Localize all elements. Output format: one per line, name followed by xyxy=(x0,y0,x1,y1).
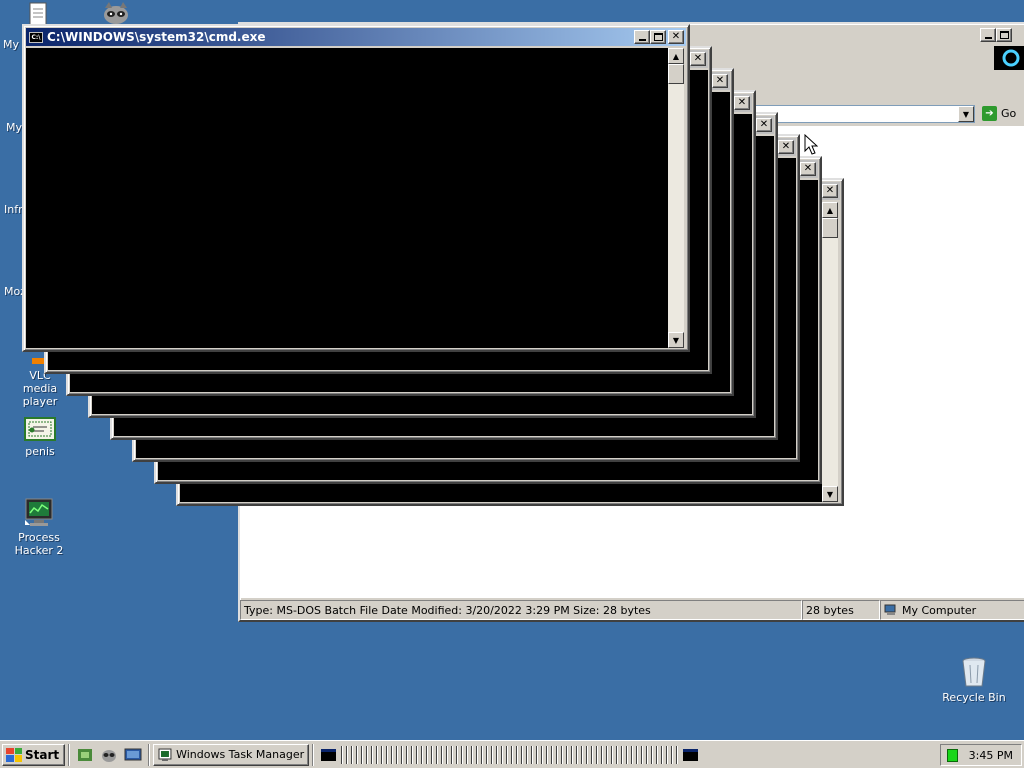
status-size: 28 bytes xyxy=(802,600,880,620)
address-dropdown-button[interactable]: ▼ xyxy=(958,106,974,122)
go-label: Go xyxy=(1001,107,1017,120)
desktop-icon-label-partial: My xyxy=(6,121,23,134)
cmd-task-icon[interactable] xyxy=(321,748,336,761)
close-button[interactable]: ✕ xyxy=(822,184,838,198)
mouse-cursor-icon xyxy=(804,134,818,155)
minimize-button[interactable] xyxy=(980,28,996,42)
explorer-title-controls xyxy=(980,26,1024,44)
console-scrollbar[interactable]: ▲ ▼ xyxy=(822,202,838,502)
taskbar-separator xyxy=(68,743,71,766)
task-manager-icon xyxy=(158,748,172,761)
close-button[interactable]: ✕ xyxy=(734,96,750,110)
status-zone: My Computer xyxy=(880,600,1024,620)
recycle-bin-icon xyxy=(962,657,986,687)
close-button[interactable]: ✕ xyxy=(668,30,684,44)
close-button[interactable]: ✕ xyxy=(712,74,728,88)
windows-logo-icon xyxy=(6,747,22,762)
console-scrollbar[interactable]: ▲ ▼ xyxy=(668,48,684,348)
taskbar-separator xyxy=(148,743,151,766)
system-tray: 3:45 PM xyxy=(940,744,1022,766)
taskbar: Start Windows Task Manager 3:45 PM xyxy=(0,740,1024,768)
raccoon-icon[interactable] xyxy=(100,746,118,764)
scroll-down-button[interactable]: ▼ xyxy=(668,332,684,348)
close-button[interactable]: ✕ xyxy=(690,52,706,66)
tray-green-status-icon[interactable] xyxy=(947,748,958,762)
penis-label: penis xyxy=(25,445,55,458)
minimize-button[interactable] xyxy=(634,30,650,44)
cmd-window-active[interactable]: C:\ C:\WINDOWS\system32\cmd.exe ✕ ▲ ▼ xyxy=(22,24,690,352)
tray-clock[interactable]: 3:45 PM xyxy=(969,749,1013,762)
close-button[interactable]: ✕ xyxy=(778,140,794,154)
desktop-icon-label-partial: Infr xyxy=(4,203,23,216)
show-desktop-icon[interactable] xyxy=(124,746,142,764)
vlc-label: VLC media player xyxy=(22,369,58,408)
scroll-up-button[interactable]: ▲ xyxy=(668,48,684,64)
scroll-thumb[interactable] xyxy=(822,218,838,238)
taskbar-separator xyxy=(312,743,315,766)
cmd-titlebar-active[interactable]: C:\ C:\WINDOWS\system32\cmd.exe ✕ xyxy=(26,28,686,46)
explorer-throbber xyxy=(994,46,1024,70)
recycle-bin-label: Recycle Bin xyxy=(942,691,1006,704)
quicklaunch-app-icon[interactable] xyxy=(76,746,94,764)
close-button[interactable]: ✕ xyxy=(756,118,772,132)
go-button[interactable]: ➔ Go xyxy=(982,106,1016,121)
scroll-thumb[interactable] xyxy=(668,64,684,84)
scroll-down-button[interactable]: ▼ xyxy=(822,486,838,502)
status-bar: Type: MS-DOS Batch File Date Modified: 3… xyxy=(240,600,1024,620)
process-hacker-icon xyxy=(25,498,53,526)
close-button[interactable]: ✕ xyxy=(800,162,816,176)
status-info: Type: MS-DOS Batch File Date Modified: 3… xyxy=(240,600,802,620)
go-arrow-icon: ➔ xyxy=(982,106,997,121)
maximize-button[interactable] xyxy=(996,28,1012,42)
taskbar-task-manager[interactable]: Windows Task Manager xyxy=(153,743,310,766)
console-output[interactable] xyxy=(26,48,668,348)
cmd-task-stack[interactable] xyxy=(337,745,680,764)
document-icon xyxy=(29,2,47,26)
scroll-up-button[interactable]: ▲ xyxy=(822,202,838,218)
certificate-icon xyxy=(24,417,56,441)
taskbar-cmd-group[interactable] xyxy=(317,744,680,766)
cmd-task-icon[interactable] xyxy=(683,748,699,761)
my-computer-icon xyxy=(884,604,896,615)
start-button[interactable]: Start xyxy=(2,743,66,766)
raccoon-icon xyxy=(104,2,128,24)
cmd-window-title: C:\WINDOWS\system32\cmd.exe xyxy=(47,30,266,44)
start-label: Start xyxy=(25,747,60,762)
cmd-app-icon: C:\ xyxy=(29,31,43,43)
task-manager-label: Windows Task Manager xyxy=(176,748,305,761)
desktop-icon-penis[interactable]: penis xyxy=(0,416,80,458)
windows-throbber-icon xyxy=(1002,49,1020,67)
desktop-icon-process-hacker[interactable]: Process Hacker 2 xyxy=(0,496,79,557)
maximize-button[interactable] xyxy=(650,30,666,44)
process-hacker-label: Process Hacker 2 xyxy=(14,531,64,557)
desktop-icon-recycle-bin[interactable]: Recycle Bin xyxy=(934,656,1014,704)
